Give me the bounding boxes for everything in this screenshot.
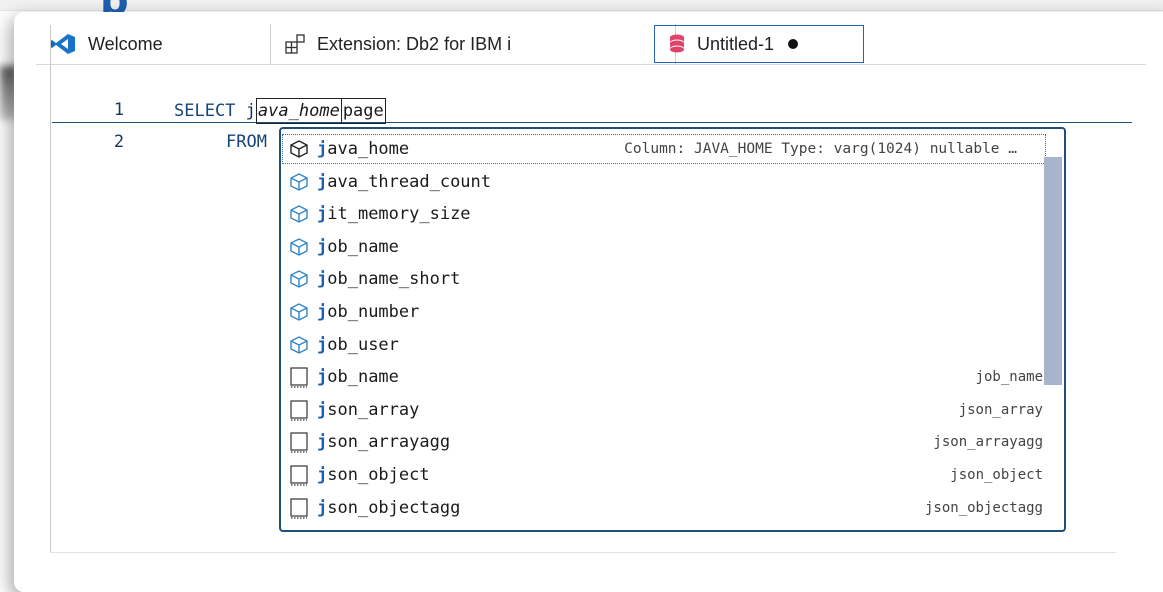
suggestion-detail: json_object <box>950 467 1043 483</box>
snippet-icon <box>287 496 311 520</box>
scrollbar-thumb[interactable] <box>1044 157 1062 385</box>
suggestion-detail: json_arrayagg <box>933 434 1043 451</box>
column-cube-icon <box>287 170 311 194</box>
suggestion-detail: json_array <box>958 401 1043 418</box>
suggestion-label: job_name <box>317 367 399 387</box>
match-highlight: j <box>317 465 328 485</box>
match-highlight: j <box>317 139 328 159</box>
suggestion-label: job_number <box>317 302 419 322</box>
label-rest: ava_thread_count <box>327 171 492 192</box>
suggestion-item[interactable]: json_array json_array <box>281 394 1047 426</box>
column-cube-icon <box>287 137 311 161</box>
suggestion-label: java_thread_count <box>317 172 491 192</box>
tab-label: Extension: Db2 for IBM i <box>317 33 512 54</box>
line-number: 2 <box>113 132 125 152</box>
suggestion-label: json_arrayagg <box>317 432 450 452</box>
suggestion-item[interactable]: job_number <box>281 296 1047 328</box>
tab-label: Untitled-1 <box>697 33 775 54</box>
snippet-icon <box>287 430 311 454</box>
suggestion-item[interactable]: job_name_short <box>281 263 1047 295</box>
sql-keyword: FROM <box>226 132 267 152</box>
editor-bottom-border <box>50 552 1116 553</box>
suggestion-label: job_name_short <box>317 269 460 289</box>
column-cube-icon <box>287 235 311 259</box>
match-highlight: j <box>317 204 328 225</box>
label-rest: it_memory_size <box>327 204 471 225</box>
suggestion-label: job_user <box>317 335 399 355</box>
tab-label: Welcome <box>88 33 163 54</box>
column-cube-icon <box>287 333 311 357</box>
column-cube-icon <box>287 300 311 324</box>
suggestion-label: java_home <box>317 139 409 159</box>
match-highlight: j <box>317 302 328 322</box>
suggestion-item[interactable]: json_arrayagg json_arrayagg <box>281 426 1047 458</box>
match-highlight: j <box>317 497 328 518</box>
typed-text: j <box>245 101 256 121</box>
snippet-icon <box>287 463 311 487</box>
label-rest: son_object <box>327 465 430 485</box>
suggestion-detail: Column: JAVA_HOME Type: varg(1024) nulla… <box>624 141 1017 157</box>
suggestion-item[interactable]: job_name <box>281 231 1047 263</box>
label-rest: son_objectagg <box>327 497 461 518</box>
match-highlight: j <box>317 399 328 420</box>
match-highlight: j <box>317 269 328 290</box>
inline-completion-ghost: ava_home <box>255 98 342 124</box>
suggestion-label: json_object <box>317 465 430 485</box>
label-rest: son_arrayagg <box>327 432 451 453</box>
suggestion-detail: job_name <box>975 369 1043 386</box>
trailing-text: page <box>341 98 386 124</box>
column-cube-icon <box>287 267 311 291</box>
suggestion-label: json_objectagg <box>317 498 460 518</box>
suggestion-item[interactable]: java_thread_count <box>281 166 1047 198</box>
suggestion-item[interactable]: json_object json_object <box>281 459 1047 491</box>
code-text[interactable]: FROM <box>226 130 267 154</box>
unsaved-indicator-icon[interactable] <box>788 39 799 49</box>
column-cube-icon <box>287 202 311 226</box>
tab-untitled[interactable]: Untitled-1 <box>654 25 864 63</box>
label-rest: ob_user <box>327 334 399 355</box>
snippet-icon <box>287 398 311 422</box>
suggestion-item[interactable]: jit_memory_size <box>281 198 1047 230</box>
suggestion-label: jit_memory_size <box>317 204 471 224</box>
tab-extension[interactable]: Extension: Db2 for IBM i <box>271 24 676 64</box>
suggestion-label: json_array <box>317 400 419 420</box>
suggestion-item[interactable]: job_name job_name <box>281 361 1047 393</box>
label-rest: ob_name <box>327 236 399 257</box>
match-highlight: j <box>317 236 328 257</box>
suggestion-item[interactable]: job_user <box>281 329 1047 361</box>
database-icon <box>669 34 685 54</box>
tab-welcome[interactable]: Welcome <box>36 24 271 64</box>
suggestion-item[interactable]: java_home Column: JAVA_HOME Type: varg(10… <box>281 133 1047 165</box>
extension-preview-icon <box>285 34 305 54</box>
match-highlight: j <box>317 367 328 388</box>
match-highlight: j <box>317 171 328 192</box>
tab-bar: Welcome Extension: Db2 for IBM i Untitle… <box>36 24 1146 65</box>
editor-border <box>50 25 51 553</box>
vscode-icon <box>50 33 76 55</box>
line-number: 1 <box>113 100 125 120</box>
match-highlight: j <box>317 432 328 453</box>
snippet-icon <box>287 365 311 389</box>
label-rest: ava_home <box>327 139 410 159</box>
label-rest: ob_name_short <box>327 269 461 290</box>
code-text[interactable]: SELECT j ava_home page <box>174 98 386 124</box>
code-line-1[interactable]: 1 SELECT j ava_home page <box>52 98 1132 124</box>
suggestion-item[interactable]: json_objectagg json_objectagg <box>281 492 1047 524</box>
suggestion-widget[interactable]: java_home Column: JAVA_HOME Type: varg(10… <box>279 127 1066 532</box>
label-rest: ob_number <box>327 302 420 322</box>
sql-keyword: SELECT <box>174 101 236 121</box>
label-rest: ob_name <box>327 367 399 388</box>
suggestion-detail: json_objectagg <box>924 499 1043 516</box>
background-window-strip <box>0 0 1163 11</box>
suggestion-label: job_name <box>317 237 399 257</box>
match-highlight: j <box>317 334 328 355</box>
label-rest: son_array <box>327 399 420 420</box>
